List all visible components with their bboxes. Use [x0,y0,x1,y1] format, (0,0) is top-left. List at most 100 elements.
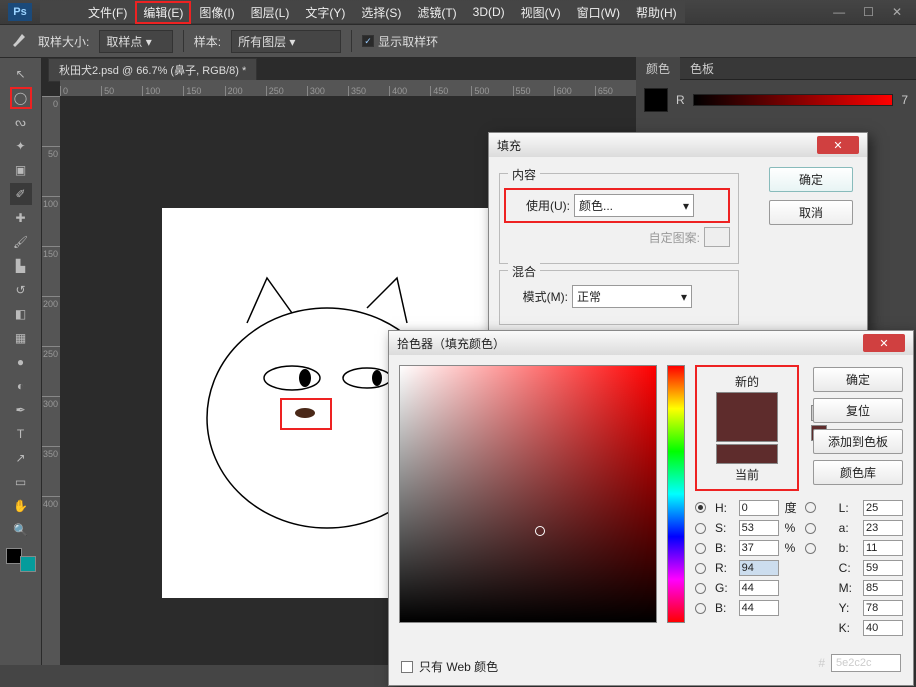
tool-path[interactable]: ↗ [10,447,32,469]
tool-eyedropper[interactable]: ✐ [10,183,32,205]
picker-close[interactable]: ✕ [863,334,905,352]
radio-b2[interactable] [805,543,816,554]
picker-ok-button[interactable]: 确定 [813,367,903,392]
picker-cursor-icon [535,526,545,536]
input-c[interactable]: 59 [863,560,903,576]
tool-type[interactable]: T [10,423,32,445]
tool-dodge[interactable]: ◐ [10,375,32,397]
fill-ok-button[interactable]: 确定 [769,167,853,192]
tool-wand[interactable]: ✦ [10,135,32,157]
radio-b[interactable] [695,543,706,554]
picker-reset-button[interactable]: 复位 [813,398,903,423]
ruler-vertical: 050100150200250300350400 [42,96,60,665]
r-value: 7 [901,93,908,107]
radio-h[interactable] [695,502,706,513]
menu-file[interactable]: 文件(F) [80,1,135,24]
menu-bar: 文件(F) 编辑(E) 图像(I) 图层(L) 文字(Y) 选择(S) 滤镜(T… [40,1,685,23]
picker-color-field[interactable] [399,365,657,623]
menu-layer[interactable]: 图层(L) [243,1,298,24]
input-g[interactable]: 44 [739,580,779,596]
input-y[interactable]: 78 [863,600,903,616]
fill-cancel-button[interactable]: 取消 [769,200,853,225]
sample-select[interactable]: 所有图层 ▾ [231,30,341,53]
hex-input[interactable]: 5e2c2c [831,654,901,672]
menu-filter[interactable]: 滤镜(T) [409,1,464,24]
menu-window[interactable]: 窗口(W) [569,1,628,24]
eyedropper-icon [8,31,28,51]
input-m[interactable]: 85 [863,580,903,596]
picker-add-swatch-button[interactable]: 添加到色板 [813,429,903,454]
divider [183,30,184,52]
tool-zoom[interactable]: 🔍 [10,519,32,541]
tool-pen[interactable]: ✒ [10,399,32,421]
tool-move[interactable]: ↖ [10,63,32,85]
picker-hue-slider[interactable] [667,365,685,623]
input-r[interactable]: 94 [739,560,779,576]
radio-g[interactable] [695,583,706,594]
use-select[interactable]: 颜色...▾ [574,194,694,217]
menu-help[interactable]: 帮助(H) [628,1,685,24]
input-a[interactable]: 23 [863,520,903,536]
tool-stamp[interactable]: ▙ [10,255,32,277]
input-k[interactable]: 40 [863,620,903,636]
tool-crop[interactable]: ▣ [10,159,32,181]
web-only-checkbox[interactable] [401,661,413,673]
picker-color-lib-button[interactable]: 颜色库 [813,460,903,485]
menu-view[interactable]: 视图(V) [513,1,569,24]
menu-type[interactable]: 文字(Y) [297,1,353,24]
menu-select[interactable]: 选择(S) [353,1,409,24]
tool-lasso[interactable]: ᔓ [10,111,32,133]
radio-a[interactable] [805,523,816,534]
mode-label: 模式(M): [508,288,568,305]
app-logo: Ps [8,3,32,21]
input-l[interactable]: 25 [863,500,903,516]
input-bc[interactable]: 44 [739,600,779,616]
menu-3d[interactable]: 3D(D) [465,2,513,22]
pattern-swatch[interactable] [704,227,730,247]
radio-l[interactable] [805,502,816,513]
artwork-nose [295,408,315,418]
mode-select[interactable]: 正常▾ [572,285,692,308]
input-s[interactable]: 53 [739,520,779,536]
tab-swatches[interactable]: 色板 [680,57,724,80]
window-minimize[interactable]: — [833,5,845,19]
tool-marquee-ellipse[interactable]: ◯ [10,87,32,109]
picker-current-label: 当前 [707,466,787,483]
use-label: 使用(U): [510,197,570,214]
sample-label: 样本: [194,33,221,50]
tool-hand[interactable]: ✋ [10,495,32,517]
toolbox: ↖ ◯ ᔓ ✦ ▣ ✐ ✚ 🖌 ▙ ↺ ◧ ▦ ● ◐ ✒ T ↗ ▭ ✋ 🔍 [0,58,42,665]
picker-current-swatch [716,444,778,464]
fill-dialog-close[interactable]: ✕ [817,136,859,154]
tool-brush[interactable]: 🖌 [10,231,32,253]
menu-edit[interactable]: 编辑(E) [135,1,191,24]
radio-bc[interactable] [695,603,706,614]
sample-size-select[interactable]: 取样点 ▾ [99,30,172,53]
fill-dialog-title: 填充 [497,137,521,154]
document-tab[interactable]: 秋田犬2.psd @ 66.7% (鼻子, RGB/8) * [48,58,257,82]
menu-image[interactable]: 图像(I) [191,1,242,24]
input-b2[interactable]: 11 [863,540,903,556]
r-slider[interactable] [693,94,894,106]
tool-blur[interactable]: ● [10,351,32,373]
hex-label: # [818,656,825,670]
radio-r[interactable] [695,563,706,574]
panel-fg-swatch[interactable] [644,88,668,112]
custom-pattern-label: 自定图案: [649,229,700,246]
color-swatches[interactable] [6,548,36,572]
window-close[interactable]: ✕ [892,5,902,19]
tool-shape[interactable]: ▭ [10,471,32,493]
show-ring-checkbox[interactable]: ✓ 显示取样环 [362,33,438,50]
picker-preview-box: 新的 当前 [695,365,799,491]
tool-history-brush[interactable]: ↺ [10,279,32,301]
tab-color[interactable]: 颜色 [636,57,680,80]
ruler-horizontal: 050100150200250300350400450500550600650 [60,80,636,96]
tool-heal[interactable]: ✚ [10,207,32,229]
input-h[interactable]: 0 [739,500,779,516]
checkbox-icon: ✓ [362,35,374,47]
window-maximize[interactable]: ☐ [863,5,874,19]
input-bb[interactable]: 37 [739,540,779,556]
tool-eraser[interactable]: ◧ [10,303,32,325]
tool-gradient[interactable]: ▦ [10,327,32,349]
radio-s[interactable] [695,523,706,534]
